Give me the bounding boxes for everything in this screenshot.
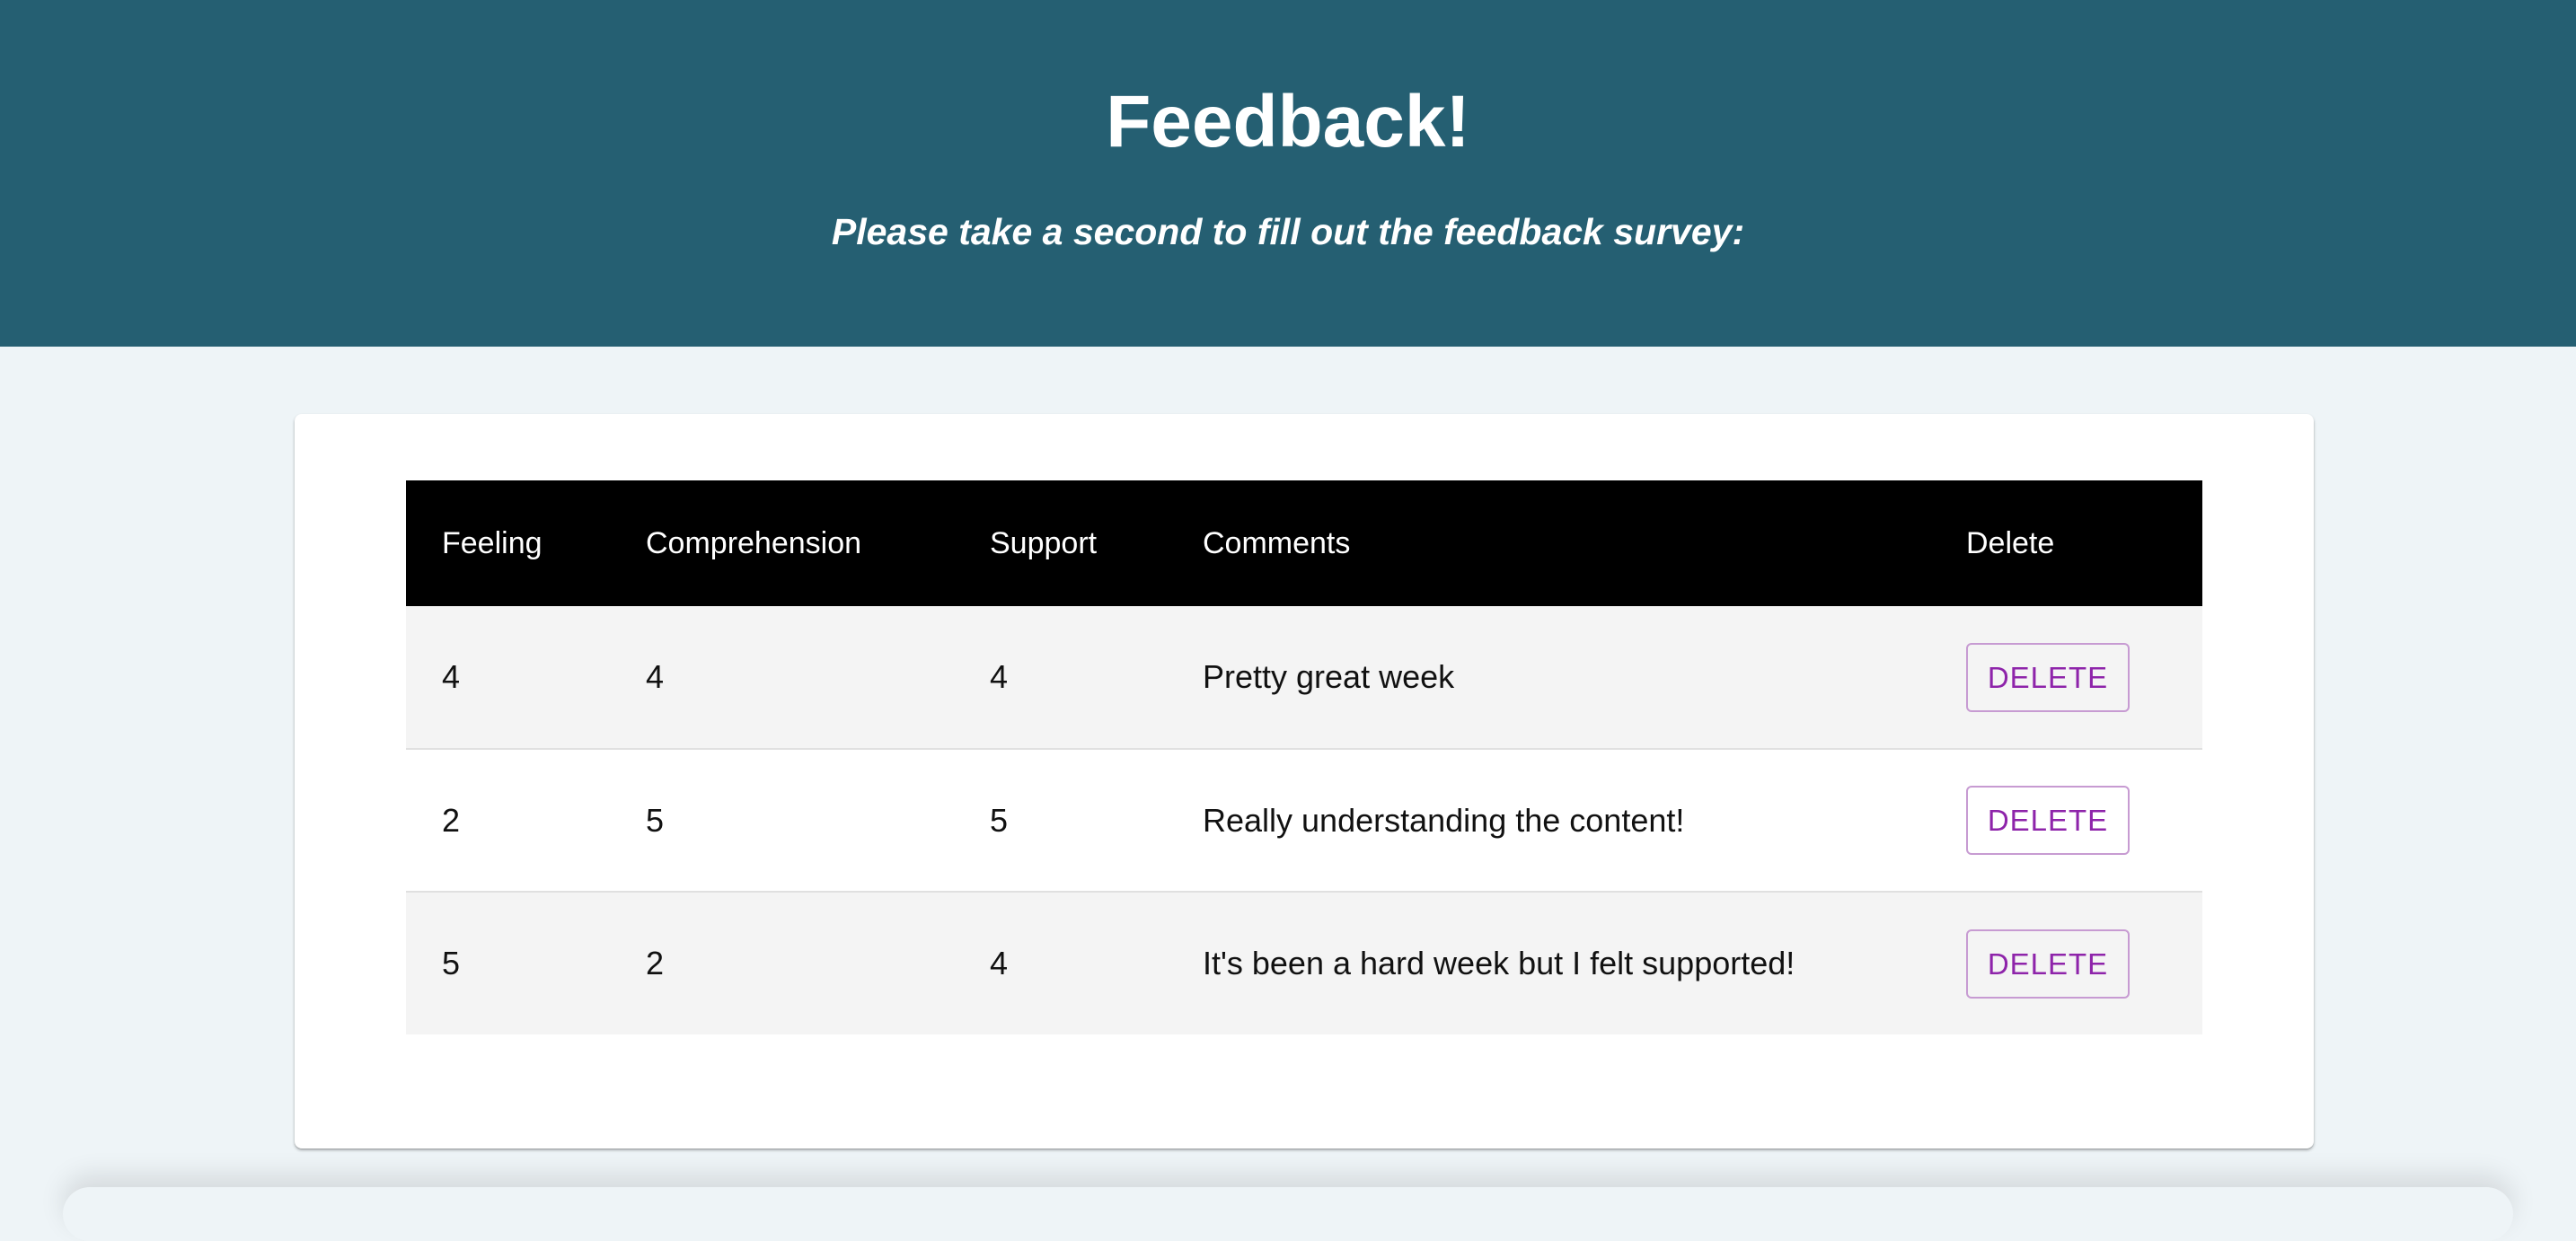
table-row: 5 2 4 It's been a hard week but I felt s… bbox=[406, 891, 2202, 1034]
column-header-feeling: Feeling bbox=[442, 525, 543, 560]
cell-delete: DELETE bbox=[1930, 748, 2202, 892]
page-header: Feedback! Please take a second to fill o… bbox=[0, 0, 2576, 347]
cell-feeling: 4 bbox=[442, 658, 461, 695]
cell-support: 5 bbox=[954, 748, 1167, 892]
delete-button[interactable]: DELETE bbox=[1966, 929, 2130, 999]
table-row: 2 5 5 Really understanding the content! … bbox=[406, 748, 2202, 892]
table-header: Feeling Comprehension Support Comments D… bbox=[406, 480, 2202, 606]
cell-comprehension: 5 bbox=[610, 748, 954, 892]
cell-comprehension: 4 bbox=[646, 658, 665, 695]
bottom-panel-edge bbox=[63, 1187, 2513, 1241]
page-subtitle: Please take a second to fill out the fee… bbox=[831, 211, 1745, 252]
cell-comments: Really understanding the content! bbox=[1167, 748, 1930, 892]
delete-button[interactable]: DELETE bbox=[1966, 642, 2130, 712]
column-header-comprehension: Comprehension bbox=[646, 525, 862, 560]
table-body: 4 4 4 Pretty great week DELETE 2 5 5 Rea… bbox=[406, 606, 2202, 1034]
column-header-support: Support bbox=[990, 525, 1098, 560]
feedback-table: Feeling Comprehension Support Comments D… bbox=[406, 480, 2202, 1034]
table-header-row: Feeling Comprehension Support Comments D… bbox=[406, 480, 2202, 606]
cell-delete: DELETE bbox=[1930, 606, 2202, 749]
delete-button[interactable]: DELETE bbox=[1966, 786, 2130, 855]
cell-comments: It's been a hard week but I felt support… bbox=[1167, 891, 1930, 1034]
cell-comments: Pretty great week bbox=[1203, 658, 1455, 695]
cell-support: 4 bbox=[990, 658, 1009, 695]
page-title: Feedback! bbox=[1106, 81, 1470, 163]
cell-comprehension: 2 bbox=[610, 891, 954, 1034]
cell-feeling: 2 bbox=[406, 748, 610, 892]
cell-delete: DELETE bbox=[1930, 891, 2202, 1034]
cell-feeling: 5 bbox=[406, 891, 610, 1034]
column-header-comments: Comments bbox=[1203, 525, 1351, 560]
column-header-delete: Delete bbox=[1966, 525, 2055, 560]
cell-support: 4 bbox=[954, 891, 1167, 1034]
table-row: 4 4 4 Pretty great week DELETE bbox=[406, 606, 2202, 749]
feedback-card: Feeling Comprehension Support Comments D… bbox=[295, 414, 2314, 1149]
